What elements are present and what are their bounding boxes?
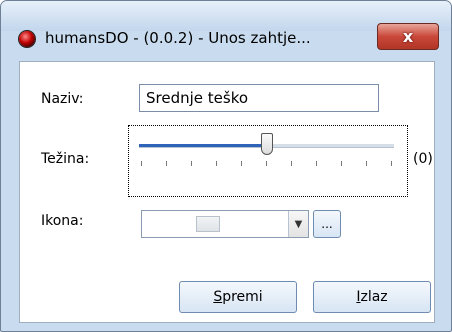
chevron-down-icon[interactable]: ▼ [288,211,308,237]
save-label: premi [222,289,263,305]
naziv-label: Naziv: [41,91,84,107]
slider-tick [241,161,242,166]
slider-tick [291,161,292,166]
app-icon [19,31,35,47]
dialog-window: humansDO - (0.0.2) - Unos zahtje... x Na… [0,0,452,332]
tezina-label: Težina: [41,151,90,167]
close-icon: x [402,27,414,46]
slider-tick [391,161,392,166]
slider-tick [166,161,167,166]
exit-label: zlaz [360,289,388,305]
image-placeholder-icon [196,216,220,232]
save-accesskey: S [213,289,223,305]
close-button[interactable]: x [377,23,439,50]
exit-button[interactable]: Izlaz [313,281,431,313]
tezina-value: (0) [413,151,433,167]
window-title: humansDO - (0.0.2) - Unos zahtje... [45,29,311,47]
slider-tick [216,161,217,166]
tezina-slider-ticks [141,161,393,167]
naziv-input[interactable]: Srednje teško [139,84,379,112]
slider-tick [316,161,317,166]
tezina-slider-fill [139,144,267,147]
tezina-slider-thumb[interactable] [260,133,273,155]
ikona-label: Ikona: [41,213,84,229]
slider-tick [341,161,342,166]
save-button[interactable]: Spremi [179,281,297,313]
ikona-combobox[interactable]: ▼ [141,210,309,238]
slider-tick [141,161,142,166]
browse-icon-button[interactable]: ... [313,210,341,238]
slider-tick [266,161,267,166]
slider-tick [366,161,367,166]
slider-tick [191,161,192,166]
